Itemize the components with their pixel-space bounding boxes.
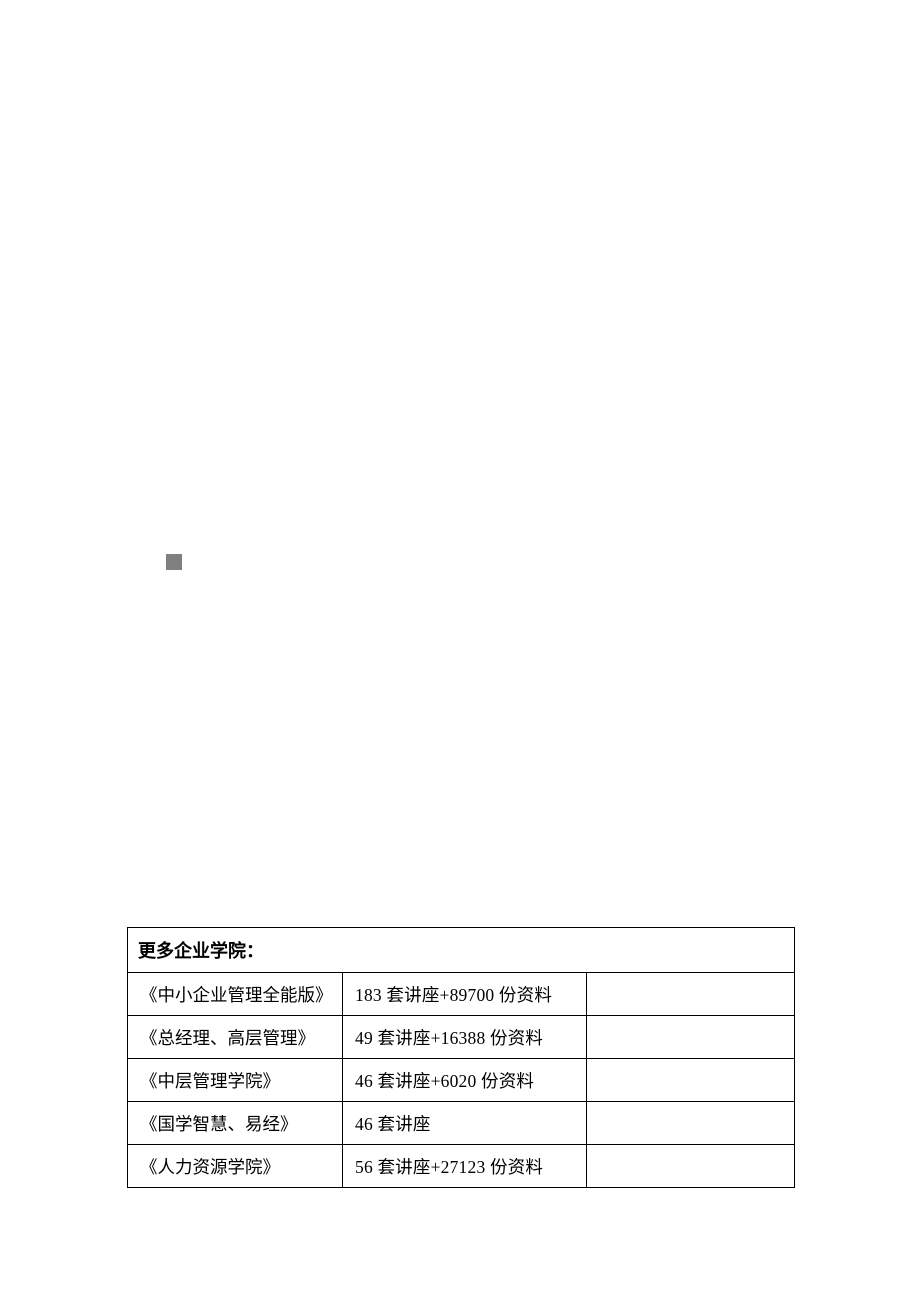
course-name: 《国学智慧、易经》 bbox=[128, 1102, 343, 1145]
table-row: 《总经理、高层管理》 49 套讲座+16388 份资料 bbox=[128, 1016, 795, 1059]
course-blank bbox=[587, 1016, 795, 1059]
table-row: 《国学智慧、易经》 46 套讲座 bbox=[128, 1102, 795, 1145]
course-blank bbox=[587, 1102, 795, 1145]
course-desc: 46 套讲座 bbox=[343, 1102, 587, 1145]
course-desc: 56 套讲座+27123 份资料 bbox=[343, 1145, 587, 1188]
table-row: 《中小企业管理全能版》 183 套讲座+89700 份资料 bbox=[128, 973, 795, 1016]
table-header-row: 更多企业学院： bbox=[128, 928, 795, 973]
course-desc: 49 套讲座+16388 份资料 bbox=[343, 1016, 587, 1059]
course-desc: 46 套讲座+6020 份资料 bbox=[343, 1059, 587, 1102]
course-blank bbox=[587, 1059, 795, 1102]
square-bullet-icon bbox=[166, 554, 182, 570]
table-row: 《中层管理学院》 46 套讲座+6020 份资料 bbox=[128, 1059, 795, 1102]
course-blank bbox=[587, 1145, 795, 1188]
course-name: 《中小企业管理全能版》 bbox=[128, 973, 343, 1016]
course-name: 《中层管理学院》 bbox=[128, 1059, 343, 1102]
course-name: 《总经理、高层管理》 bbox=[128, 1016, 343, 1059]
course-desc: 183 套讲座+89700 份资料 bbox=[343, 973, 587, 1016]
course-name: 《人力资源学院》 bbox=[128, 1145, 343, 1188]
course-blank bbox=[587, 973, 795, 1016]
table-header: 更多企业学院： bbox=[128, 928, 795, 973]
course-table: 更多企业学院： 《中小企业管理全能版》 183 套讲座+89700 份资料 《总… bbox=[127, 927, 795, 1188]
table-row: 《人力资源学院》 56 套讲座+27123 份资料 bbox=[128, 1145, 795, 1188]
